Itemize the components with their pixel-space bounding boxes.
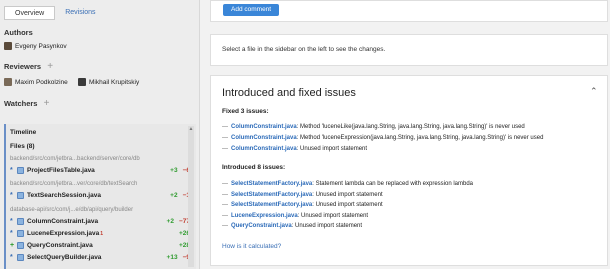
files-scrollbar[interactable]: ▲ xyxy=(188,126,194,267)
files-title: Files (8) xyxy=(10,143,35,150)
tab-overview[interactable]: Overview xyxy=(4,6,56,20)
issue-item: — QueryConstraint.java: Unused import sta… xyxy=(222,223,363,229)
file-name: SelectQueryBuilder.java xyxy=(27,254,102,261)
timeline-panel: Timeline Files (8) backend/src/com/jetbr… xyxy=(4,124,196,269)
reviewer-item[interactable]: Mikhail Krupitskiy xyxy=(78,78,139,86)
comment-count-badge: 1 xyxy=(100,230,104,237)
issue-class-link[interactable]: SelectStatementFactory.java xyxy=(231,181,312,187)
scroll-up-icon[interactable]: ▲ xyxy=(188,126,194,132)
add-watcher-icon[interactable]: + xyxy=(44,99,50,109)
file-path: backend/src/com/jetbra...backend/server/… xyxy=(10,156,140,162)
select-file-hint: Select a file in the sidebar on the left… xyxy=(222,46,386,53)
file-name: LuceneExpression.java xyxy=(27,230,100,237)
additions-count: +3 xyxy=(170,167,178,174)
issue-text: : Method 'luceneExpression(java.lang.Str… xyxy=(296,135,544,141)
fixed-issues-title: Fixed 3 issues: xyxy=(222,108,269,115)
how-calculated-link[interactable]: How is it calculated? xyxy=(222,243,281,250)
issue-class-link[interactable]: LuceneExpression.java xyxy=(231,213,298,219)
java-file-icon xyxy=(17,254,24,261)
additions-count: +13 xyxy=(166,254,178,261)
issue-item: — SelectStatementFactory.java: Unused imp… xyxy=(222,202,383,208)
file-path: database-api/src/com/j...e/db/api/query/… xyxy=(10,207,134,213)
reviewer-item[interactable]: Maxim Podkolzine xyxy=(4,78,68,86)
issue-class-link[interactable]: QueryConstraint.java xyxy=(231,223,292,229)
java-file-icon xyxy=(17,218,24,225)
file-name: ColumnConstraint.java xyxy=(27,218,99,225)
avatar xyxy=(4,42,12,50)
issue-text: : Unused import statement xyxy=(312,202,383,208)
modified-marker: * xyxy=(10,192,13,199)
reviewer-name: Mikhail Krupitskiy xyxy=(89,78,140,86)
comment-card: Add comment xyxy=(210,0,608,22)
watchers-title: Watchers + xyxy=(4,99,50,109)
file-item[interactable]: * LuceneExpression.java 1 +26 xyxy=(10,230,190,237)
reviewers-title: Reviewers + xyxy=(4,62,53,72)
additions-count: +2 xyxy=(170,192,178,199)
modified-marker: * xyxy=(10,254,13,261)
issue-item: — SelectStatementFactory.java: Statement … xyxy=(222,181,474,187)
reviewers-label: Reviewers xyxy=(4,62,42,71)
reviewer-name: Maxim Podkolzine xyxy=(15,78,68,86)
issue-text: : Unused import statement xyxy=(312,192,383,198)
issue-class-link[interactable]: SelectStatementFactory.java xyxy=(231,192,312,198)
java-file-icon xyxy=(17,167,24,174)
java-file-icon xyxy=(17,192,24,199)
add-comment-button[interactable]: Add comment xyxy=(223,4,280,16)
issue-item: — LuceneExpression.java: Unused import st… xyxy=(222,213,369,219)
file-item[interactable]: * ProjectFilesTable.java +3 −6 xyxy=(10,167,190,174)
issue-item: — SelectStatementFactory.java: Unused imp… xyxy=(222,192,383,198)
watchers-label: Watchers xyxy=(4,99,38,108)
file-item[interactable]: + QueryConstraint.java +28 xyxy=(10,242,190,249)
tab-revisions[interactable]: Revisions xyxy=(55,6,105,20)
file-name: TextSearchSession.java xyxy=(27,192,101,199)
timeline-title[interactable]: Timeline xyxy=(10,129,36,136)
avatar xyxy=(78,78,86,86)
sidebar: Overview Revisions Authors Evgeny Pasynk… xyxy=(0,0,200,269)
author-item[interactable]: Evgeny Pasynkov xyxy=(4,42,67,50)
file-item[interactable]: * SelectQueryBuilder.java +13 −9 xyxy=(10,254,190,261)
issue-item: — ColumnConstraint.java: Method 'luceneLi… xyxy=(222,124,525,130)
file-name: ProjectFilesTable.java xyxy=(27,167,95,174)
issue-class-link[interactable]: SelectStatementFactory.java xyxy=(231,202,312,208)
file-path: backend/src/com/jetbra...ver/core/db/tex… xyxy=(10,181,138,187)
issue-text: : Unused import statement xyxy=(291,223,363,229)
issue-text: : Method 'luceneLike(java.lang.String, j… xyxy=(296,124,525,130)
issue-item: — ColumnConstraint.java: Method 'luceneEx… xyxy=(222,135,544,141)
java-file-icon xyxy=(17,242,24,249)
issues-title: Introduced and fixed issues xyxy=(222,87,356,99)
added-marker: + xyxy=(10,242,15,249)
java-file-icon xyxy=(17,230,24,237)
file-item[interactable]: * ColumnConstraint.java +2 −77 xyxy=(10,218,190,225)
modified-marker: * xyxy=(10,230,13,237)
issue-class-link[interactable]: ColumnConstraint.java xyxy=(231,146,297,152)
issue-text: : Unused import statement xyxy=(296,146,368,152)
add-reviewer-icon[interactable]: + xyxy=(47,62,53,72)
sidebar-tabs: Overview Revisions xyxy=(4,6,106,20)
authors-title: Authors xyxy=(4,28,33,37)
main-content: Add comment Select a file in the sidebar… xyxy=(210,0,610,269)
issue-class-link[interactable]: ColumnConstraint.java xyxy=(231,135,297,141)
issue-text: : Unused import statement xyxy=(297,213,369,219)
modified-marker: * xyxy=(10,167,13,174)
author-name: Evgeny Pasynkov xyxy=(15,42,67,50)
avatar xyxy=(4,78,12,86)
modified-marker: * xyxy=(10,218,13,225)
issue-text: : Statement lambda can be replaced with … xyxy=(312,181,474,187)
introduced-issues-title: Introduced 8 issues: xyxy=(222,164,286,171)
additions-count: +2 xyxy=(166,218,174,225)
file-name: QueryConstraint.java xyxy=(27,242,93,249)
collapse-chevron-icon[interactable]: ⌃ xyxy=(590,86,598,97)
issue-item: — ColumnConstraint.java: Unused import st… xyxy=(222,146,368,152)
file-item[interactable]: * TextSearchSession.java +2 −1 xyxy=(10,192,190,199)
issue-class-link[interactable]: ColumnConstraint.java xyxy=(231,124,297,130)
